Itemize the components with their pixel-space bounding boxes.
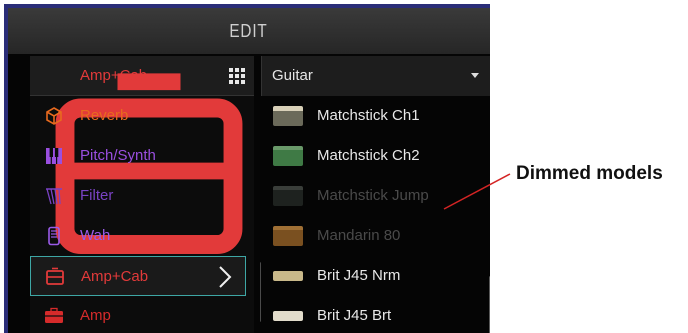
model-item-matchstick-ch2[interactable]: Matchstick Ch2 xyxy=(261,136,481,176)
model-item-brit-j45-nrm[interactable]: Brit J45 Nrm xyxy=(261,256,481,296)
annotation-label: Dimmed models xyxy=(516,163,663,184)
amp-icon xyxy=(45,307,63,323)
amp-thumbnail xyxy=(273,146,303,166)
model-item-brit-j45-brt[interactable]: Brit J45 Brt xyxy=(261,296,481,333)
model-item-matchstick-ch1[interactable]: Matchstick Ch1 xyxy=(261,96,481,136)
model-scrollbar[interactable] xyxy=(489,276,490,333)
category-item-label: Amp xyxy=(80,307,111,324)
amp-thumbnail xyxy=(273,271,303,281)
amp-thumbnail xyxy=(273,186,303,206)
category-item-amp-cab[interactable]: Amp+Cab xyxy=(30,256,246,296)
category-item-label: Filter xyxy=(80,187,114,204)
window-title: EDIT xyxy=(229,20,269,41)
category-list: Amp+Cab Reverb Pitch/Synth Filter Wah Am… xyxy=(30,56,263,333)
model-label: Brit J45 Nrm xyxy=(317,267,401,284)
model-label: Matchstick Ch2 xyxy=(317,147,420,164)
category-item-label: Amp+Cab xyxy=(81,268,149,285)
amp-thumbnail xyxy=(273,226,303,246)
piano-icon xyxy=(46,148,62,164)
category-item-label: Pitch/Synth xyxy=(80,147,156,164)
cube-icon xyxy=(46,107,62,125)
device-screen: EDIT Amp+Cab Reverb Pitch/Synth Filter W… xyxy=(4,4,490,333)
grid-icon[interactable] xyxy=(228,67,246,85)
model-label: Matchstick Jump xyxy=(317,187,429,204)
model-item-matchstick-jump[interactable]: Matchstick Jump xyxy=(261,176,481,216)
model-label: Brit J45 Brt xyxy=(317,307,392,324)
category-item-label: Wah xyxy=(80,227,111,244)
filter-icon xyxy=(46,188,62,205)
category-item-label: Reverb xyxy=(80,107,129,124)
amp-thumbnail xyxy=(273,106,303,126)
amp-thumbnail xyxy=(273,311,303,321)
chevron-right-icon xyxy=(219,266,232,288)
category-item-wah[interactable]: Wah xyxy=(30,216,246,256)
category-header-label: Amp+Cab xyxy=(80,67,148,84)
category-item-filter[interactable]: Filter xyxy=(30,176,246,216)
amp-cab-icon xyxy=(46,267,64,285)
category-header[interactable]: Amp+Cab xyxy=(30,56,254,254)
model-item-mandarin-80[interactable]: Mandarin 80 xyxy=(261,216,481,256)
category-item-pitch-synth[interactable]: Pitch/Synth xyxy=(30,136,246,176)
caret-down-icon xyxy=(471,73,479,78)
category-item-reverb[interactable]: Reverb xyxy=(30,96,246,136)
model-label: Matchstick Ch1 xyxy=(317,107,420,124)
model-label: Mandarin 80 xyxy=(317,227,401,244)
category-item-amp[interactable]: Amp xyxy=(30,296,246,333)
model-category-dropdown[interactable]: Guitar xyxy=(261,56,490,96)
dropdown-label: Guitar xyxy=(272,67,313,84)
edit-title-bar: EDIT xyxy=(8,8,490,54)
model-list: Guitar Matchstick Ch1 Matchstick Ch2 Mat… xyxy=(261,56,490,333)
wah-pedal-icon xyxy=(48,226,60,246)
